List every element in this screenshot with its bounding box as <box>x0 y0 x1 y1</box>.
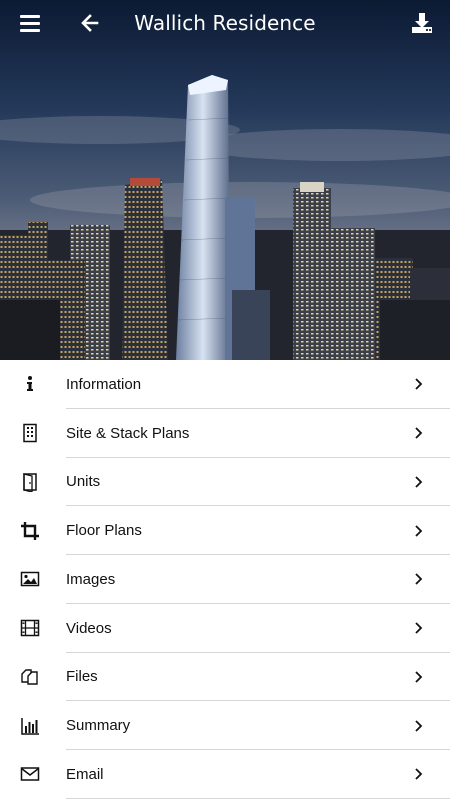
menu-item-units[interactable]: Units <box>0 458 450 507</box>
building-icon <box>20 423 40 443</box>
app-header: Wallich Residence <box>0 0 450 46</box>
skyline-image <box>0 0 450 360</box>
files-icon <box>20 667 40 687</box>
chevron-right-icon <box>413 524 425 538</box>
menu-item-images[interactable]: Images <box>0 555 450 604</box>
page-title: Wallich Residence <box>134 11 316 35</box>
menu-item-label: Site & Stack Plans <box>66 424 190 442</box>
chevron-right-icon <box>413 767 425 781</box>
chevron-right-icon <box>413 670 425 684</box>
section-menu: Information Site & Stack Plans Units Flo… <box>0 360 450 799</box>
menu-item-email[interactable]: Email <box>0 750 450 799</box>
menu-item-label: Information <box>66 375 142 393</box>
chevron-right-icon <box>413 621 425 635</box>
bar-chart-icon <box>20 716 40 736</box>
menu-item-label: Email <box>66 765 104 783</box>
envelope-icon <box>20 764 40 784</box>
menu-item-label: Files <box>66 668 98 686</box>
info-icon <box>20 374 40 394</box>
film-icon <box>20 618 40 638</box>
menu-item-site-stack-plans[interactable]: Site & Stack Plans <box>0 409 450 458</box>
chevron-right-icon <box>413 572 425 586</box>
menu-item-videos[interactable]: Videos <box>0 604 450 653</box>
menu-item-information[interactable]: Information <box>0 360 450 409</box>
menu-item-summary[interactable]: Summary <box>0 701 450 750</box>
menu-item-label: Videos <box>66 619 112 637</box>
hero-banner: Wallich Residence <box>0 0 450 360</box>
chevron-right-icon <box>413 719 425 733</box>
chevron-right-icon <box>413 377 425 391</box>
menu-item-floor-plans[interactable]: Floor Plans <box>0 506 450 555</box>
chevron-right-icon <box>413 426 425 440</box>
menu-item-files[interactable]: Files <box>0 653 450 702</box>
crop-icon <box>20 521 40 541</box>
menu-item-label: Images <box>66 570 116 588</box>
menu-item-label: Units <box>66 473 101 491</box>
download-icon[interactable] <box>411 12 433 34</box>
image-icon <box>20 569 40 589</box>
divider <box>66 797 450 799</box>
menu-item-label: Floor Plans <box>66 522 142 540</box>
chevron-right-icon <box>413 475 425 489</box>
door-icon <box>20 472 40 492</box>
menu-item-label: Summary <box>66 717 131 735</box>
